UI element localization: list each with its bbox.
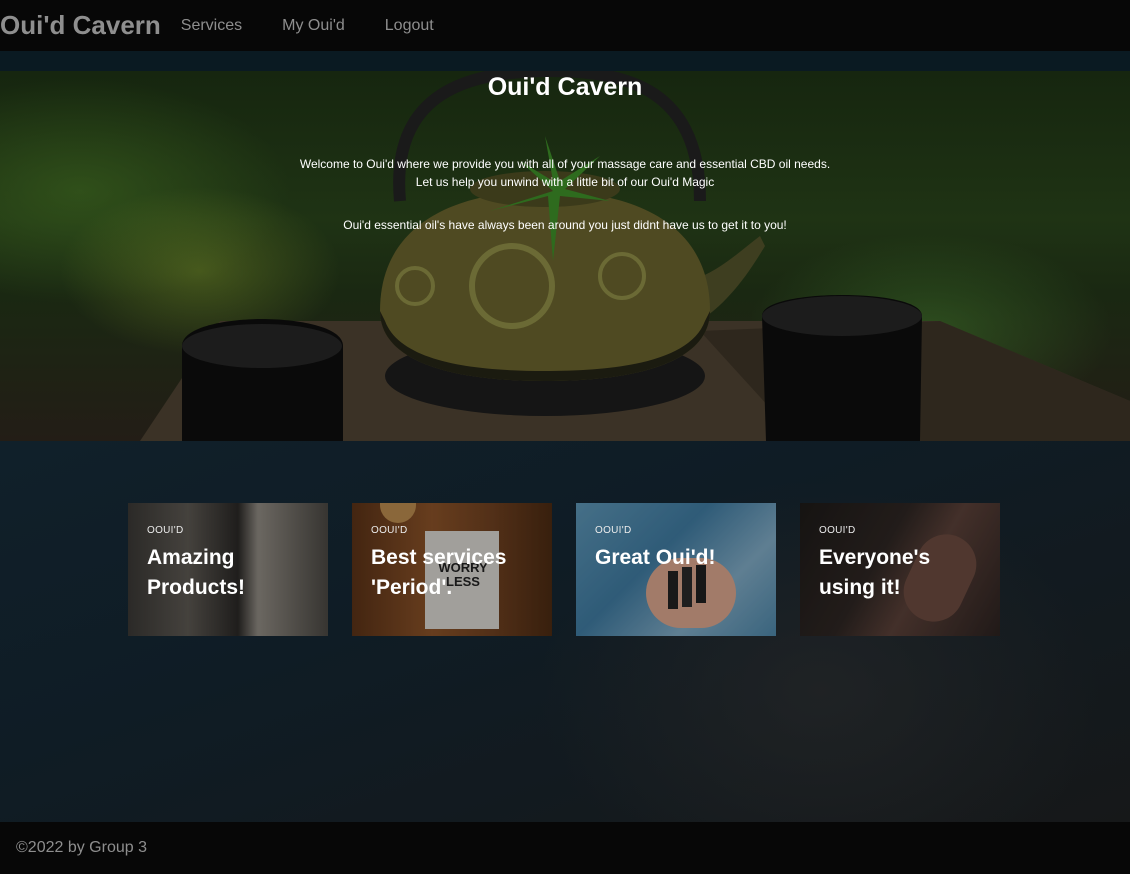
card-kicker: OOUI'D <box>595 525 632 536</box>
card-title: Great Oui'd! <box>595 546 716 569</box>
nav-logout-link[interactable]: Logout <box>385 17 434 35</box>
brand-link[interactable]: Oui'd Cavern <box>0 10 161 41</box>
hero-unwind-text: Let us help you unwind with a little bit… <box>415 175 715 189</box>
hero-title: Oui'd Cavern <box>487 73 643 101</box>
nav-links: Services My Oui'd Logout <box>181 17 474 35</box>
card-title: Everyone's using it! <box>819 546 931 599</box>
card-kicker: OOUI'D <box>147 525 184 536</box>
card-title: Best services 'Period'. <box>371 546 507 599</box>
nav-spacer-band <box>0 51 1130 71</box>
footer: ©2022 by Group 3 <box>0 822 1130 874</box>
top-navbar: Oui'd Cavern Services My Oui'd Logout <box>0 0 1130 51</box>
card-great-ouid[interactable]: OOUI'D Great Oui'd! <box>576 503 776 636</box>
card-title: Amazing Products! <box>147 546 246 599</box>
teapot-hero-image <box>140 71 1130 441</box>
hero-banner: Oui'd Cavern Welcome to Oui'd where we p… <box>0 71 1130 441</box>
nav-services-link[interactable]: Services <box>181 17 242 35</box>
card-best-services[interactable]: WORRY LESS OOUI'D Best services 'Period'… <box>352 503 552 636</box>
card-amazing-products[interactable]: OOUI'D Amazing Products! <box>128 503 328 636</box>
nav-my-ouid-link[interactable]: My Oui'd <box>282 17 345 35</box>
card-kicker: OOUI'D <box>371 525 408 536</box>
footer-copyright: ©2022 by Group 3 <box>16 839 147 856</box>
hero-oils-text: Oui'd essential oil's have always been a… <box>343 218 787 232</box>
main-section: OOUI'D Amazing Products! WORRY LESS OOUI… <box>0 441 1130 822</box>
card-kicker: OOUI'D <box>819 525 856 536</box>
card-everyone-using[interactable]: OOUI'D Everyone's using it! <box>800 503 1000 636</box>
hero-welcome-text: Welcome to Oui'd where we provide you wi… <box>299 157 831 171</box>
feature-cards: OOUI'D Amazing Products! WORRY LESS OOUI… <box>128 503 1024 636</box>
